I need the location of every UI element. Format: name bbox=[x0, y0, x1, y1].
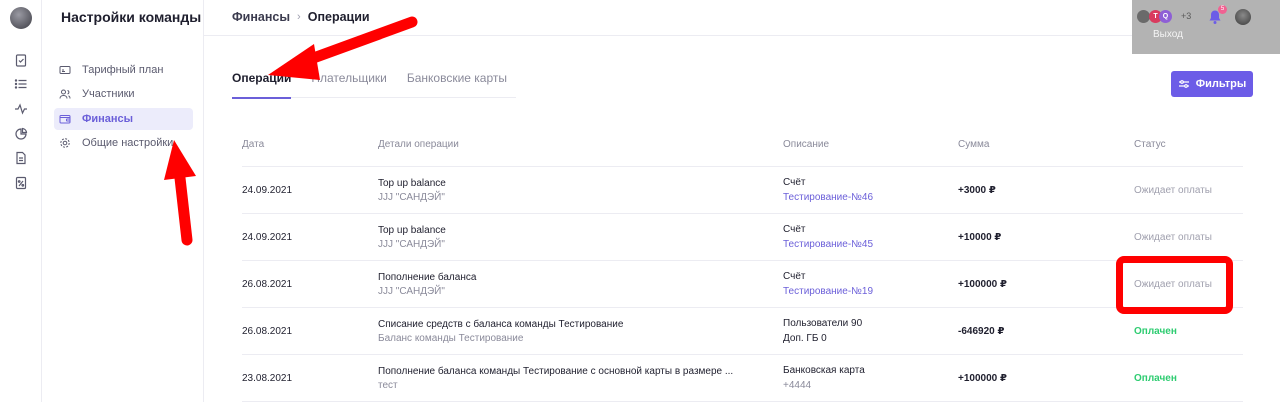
sidebar-item-label: Финансы bbox=[82, 113, 134, 125]
row-amount: +3000 ₽ bbox=[958, 185, 996, 196]
table-row[interactable]: 26.08.2021 Пополнение баланса JJJ "САНДЭ… bbox=[242, 261, 1243, 308]
breadcrumb: Финансы › Операции bbox=[232, 10, 370, 24]
row-details: Top up balance bbox=[378, 178, 446, 189]
sliders-icon bbox=[1178, 79, 1190, 89]
sidebar-title: Настройки команды bbox=[61, 9, 202, 25]
header-details: Детали операции bbox=[378, 139, 459, 150]
status-badge: Ожидает оплаты bbox=[1134, 232, 1212, 243]
sidebar-item-tariff[interactable]: Тарифный план bbox=[54, 59, 193, 81]
percent-document-icon[interactable] bbox=[14, 176, 28, 190]
row-details-sub: JJJ "САНДЭЙ" bbox=[378, 192, 445, 203]
invoice-link[interactable]: Тестирование-№45 bbox=[783, 239, 873, 250]
header-amount: Сумма bbox=[958, 139, 990, 150]
status-badge: Оплачен bbox=[1134, 373, 1177, 384]
row-details: Пополнение баланса bbox=[378, 272, 477, 283]
row-description-sub: +4444 bbox=[783, 380, 812, 391]
row-details: Пополнение баланса команды Тестирование … bbox=[378, 366, 734, 377]
icon-rail bbox=[0, 0, 42, 402]
clipboard-check-icon[interactable] bbox=[14, 53, 28, 67]
list-icon[interactable] bbox=[14, 77, 28, 91]
logout-link[interactable]: Выход bbox=[1153, 29, 1183, 40]
table-row[interactable]: 24.09.2021 Top up balance JJJ "САНДЭЙ" С… bbox=[242, 167, 1243, 214]
filters-button-label: Фильтры bbox=[1195, 78, 1247, 90]
sidebar-item-label: Участники bbox=[82, 88, 135, 100]
breadcrumb-parent[interactable]: Финансы bbox=[232, 10, 290, 24]
tab-payers[interactable]: Плательщики bbox=[311, 71, 386, 98]
row-amount: -646920 ₽ bbox=[958, 326, 1005, 337]
header-date: Дата bbox=[242, 139, 265, 150]
breadcrumb-separator: › bbox=[297, 11, 301, 23]
app: Настройки команды Тарифный план Участник… bbox=[0, 0, 1280, 402]
row-description-sub: Доп. ГБ 0 bbox=[783, 333, 827, 344]
table-row[interactable]: 26.08.2021 Списание средств с баланса ко… bbox=[242, 308, 1243, 355]
row-details: Списание средств с баланса команды Тести… bbox=[378, 319, 624, 330]
card-icon bbox=[59, 64, 71, 76]
wallet-icon bbox=[59, 113, 71, 125]
status-badge: Оплачен bbox=[1134, 326, 1177, 337]
row-description: Счёт bbox=[783, 271, 806, 282]
row-date: 23.08.2021 bbox=[242, 373, 293, 384]
status-badge: Ожидает оплаты bbox=[1134, 185, 1212, 196]
row-amount: +10000 ₽ bbox=[958, 232, 1002, 243]
row-description: Пользователи 90 bbox=[783, 318, 863, 329]
tab-operations[interactable]: Операции bbox=[232, 71, 292, 99]
header-status: Статус bbox=[1134, 139, 1166, 150]
invoice-link[interactable]: Тестирование-№46 bbox=[783, 192, 873, 203]
row-details-sub: JJJ "САНДЭЙ" bbox=[378, 286, 445, 297]
row-date: 24.09.2021 bbox=[242, 185, 293, 196]
sidebar-item-general-settings[interactable]: Общие настройки bbox=[54, 132, 193, 154]
row-details-sub: Баланс команды Тестирование bbox=[378, 333, 524, 344]
filters-button[interactable]: Фильтры bbox=[1171, 71, 1253, 97]
row-description: Счёт bbox=[783, 177, 806, 188]
operations-table: Дата Детали операции Описание Сумма Стат… bbox=[242, 123, 1243, 402]
row-description: Банковская карта bbox=[783, 365, 865, 376]
settings-sidebar: Настройки команды Тарифный план Участник… bbox=[42, 0, 204, 402]
users-icon bbox=[59, 88, 71, 100]
table-row[interactable]: 23.08.2021 Пополнение баланса команды Те… bbox=[242, 355, 1243, 402]
row-date: 26.08.2021 bbox=[242, 326, 293, 337]
notification-badge: 5 bbox=[1218, 5, 1227, 14]
document-icon[interactable] bbox=[14, 151, 28, 165]
row-amount: +100000 ₽ bbox=[958, 279, 1007, 290]
logo-avatar[interactable] bbox=[10, 7, 32, 29]
avatar[interactable]: Q bbox=[1159, 10, 1172, 23]
row-details-sub: JJJ "САНДЭЙ" bbox=[378, 239, 445, 250]
gear-icon bbox=[59, 137, 71, 149]
table-row[interactable]: 24.09.2021 Top up balance JJJ "САНДЭЙ" С… bbox=[242, 214, 1243, 261]
table-header: Дата Детали операции Описание Сумма Стат… bbox=[242, 123, 1243, 167]
highlight-box bbox=[1116, 256, 1233, 314]
row-details-sub: тест bbox=[378, 380, 398, 391]
breadcrumb-current: Операции bbox=[307, 10, 370, 24]
tabs: Операции Плательщики Банковские карты bbox=[232, 71, 516, 99]
activity-icon[interactable] bbox=[14, 102, 28, 116]
invoice-link[interactable]: Тестирование-№19 bbox=[783, 286, 873, 297]
tab-bank-cards[interactable]: Банковские карты bbox=[407, 71, 507, 98]
user-avatar[interactable] bbox=[1235, 9, 1251, 25]
sidebar-item-finance[interactable]: Финансы bbox=[54, 108, 193, 130]
sidebar-item-label: Общие настройки bbox=[82, 137, 174, 149]
sidebar-item-label: Тарифный план bbox=[82, 64, 164, 76]
row-amount: +100000 ₽ bbox=[958, 373, 1007, 384]
pie-chart-icon[interactable] bbox=[14, 127, 28, 141]
row-date: 26.08.2021 bbox=[242, 279, 293, 290]
header-description: Описание bbox=[783, 139, 830, 150]
top-header: Финансы › Операции bbox=[204, 0, 1280, 36]
row-details: Top up balance bbox=[378, 225, 446, 236]
more-members-count[interactable]: +3 bbox=[1181, 11, 1191, 21]
user-popup: T Q +3 5 Выход bbox=[1132, 0, 1280, 54]
row-description: Счёт bbox=[783, 224, 806, 235]
row-date: 24.09.2021 bbox=[242, 232, 293, 243]
sidebar-item-members[interactable]: Участники bbox=[54, 83, 193, 105]
